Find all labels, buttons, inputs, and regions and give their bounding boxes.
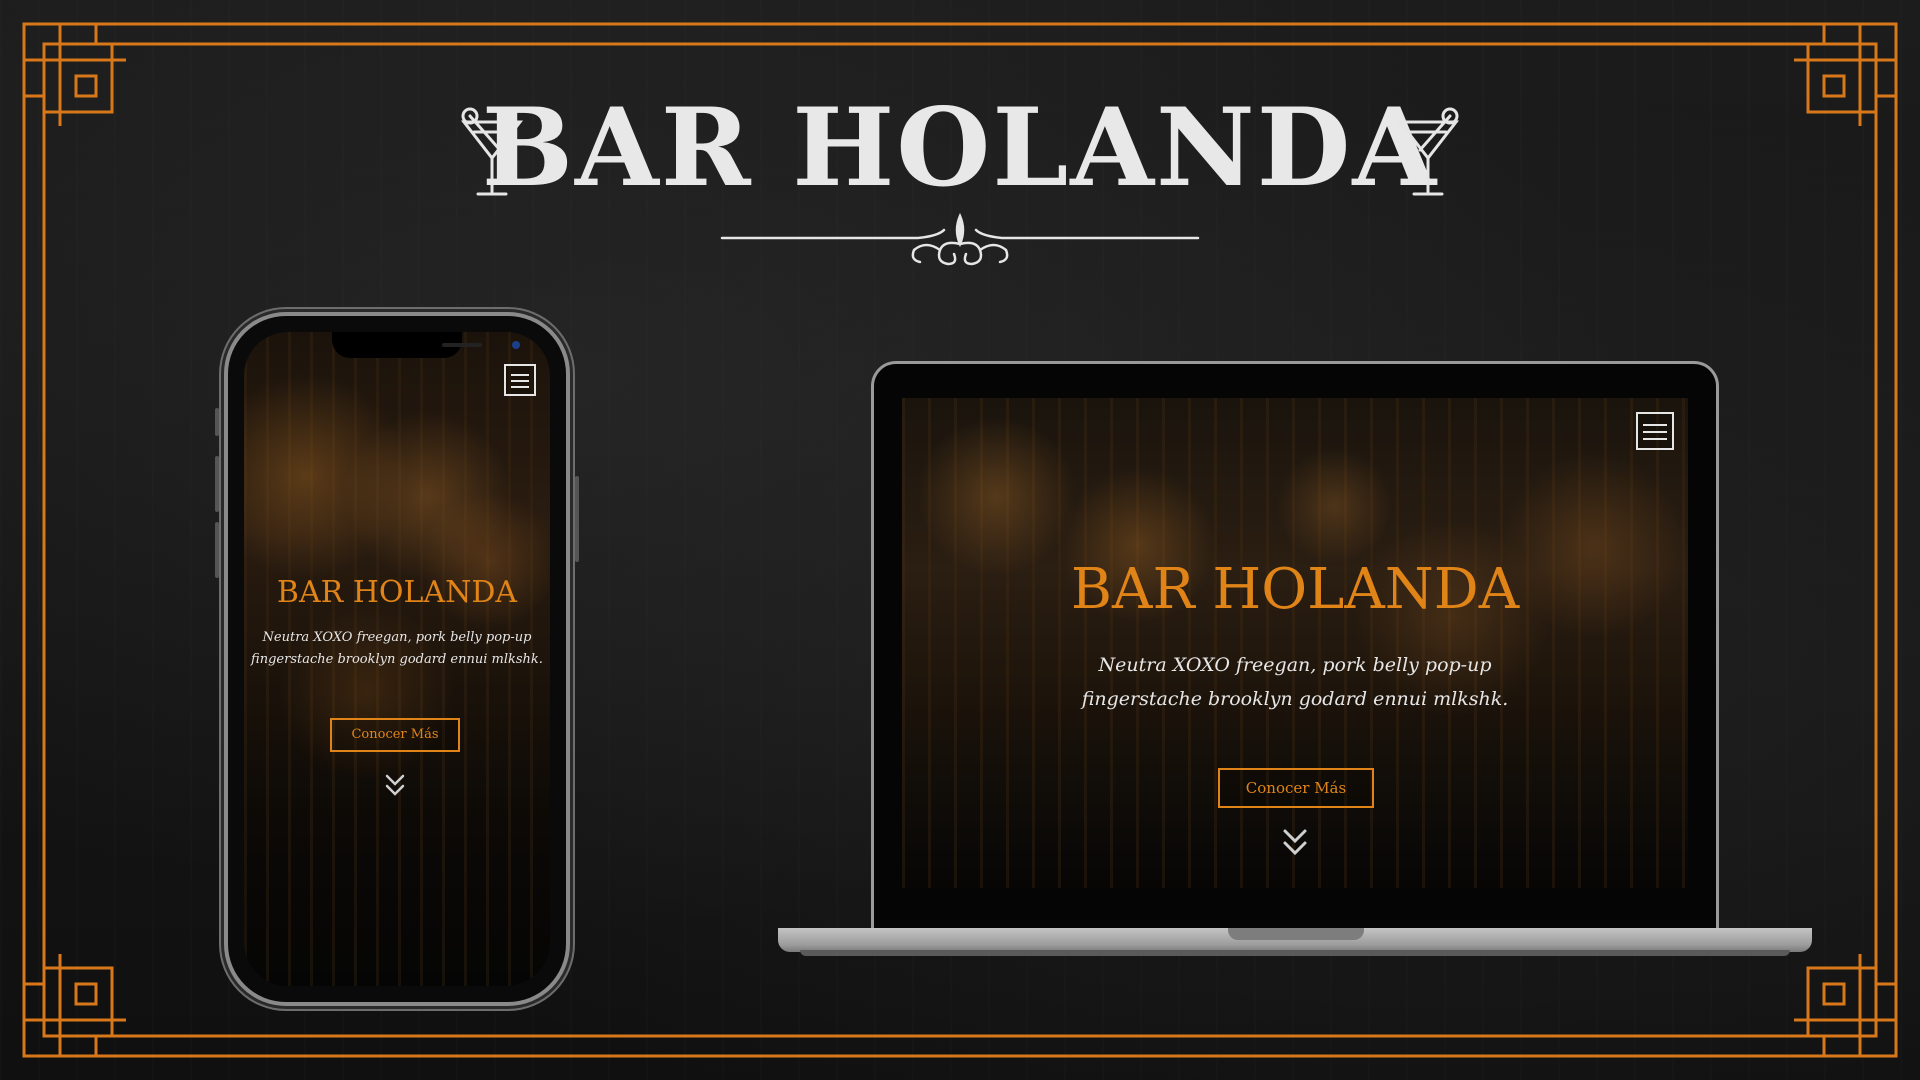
- desktop-tagline-line2: fingerstache brooklyn godard ennui mlksh…: [1081, 688, 1509, 710]
- phone-speaker: [442, 343, 482, 347]
- hamburger-menu-icon[interactable]: [504, 364, 536, 396]
- desktop-conocer-button[interactable]: Conocer Más: [1218, 768, 1374, 808]
- phone-volume-down: [215, 522, 219, 578]
- phone-silent-switch: [215, 408, 219, 436]
- hamburger-menu-icon[interactable]: [1636, 412, 1674, 450]
- mobile-tagline-line1: Neutra XOXO freegan, pork belly pop-up: [262, 630, 532, 645]
- mobile-site-title: BAR HOLANDA: [276, 575, 518, 610]
- phone-screen: BAR HOLANDA Neutra XOXO freegan, pork be…: [244, 332, 550, 986]
- laptop-mockup: BAR HOLANDA Neutra XOXO freegan, pork be…: [874, 364, 1716, 932]
- phone-power-button: [575, 476, 579, 562]
- phone-volume-up: [215, 456, 219, 512]
- laptop-hinge-notch: [1228, 928, 1364, 940]
- double-chevron-down-icon[interactable]: [1280, 826, 1310, 860]
- laptop-screen: BAR HOLANDA Neutra XOXO freegan, pork be…: [902, 398, 1688, 888]
- mobile-tagline-line2: fingerstache brooklyn godard ennui mlksh…: [251, 652, 543, 667]
- phone-mockup: BAR HOLANDA Neutra XOXO freegan, pork be…: [215, 316, 579, 1002]
- desktop-site-title: BAR HOLANDA: [1070, 557, 1520, 622]
- phone-camera: [512, 341, 520, 349]
- page-title: BAR HOLANDA: [481, 85, 1439, 211]
- mobile-conocer-button[interactable]: Conocer Más: [330, 718, 460, 752]
- desktop-tagline-line1: Neutra XOXO freegan, pork belly pop-up: [1098, 654, 1492, 676]
- double-chevron-down-icon[interactable]: [383, 772, 407, 800]
- laptop-base-foot: [800, 950, 1790, 956]
- phone-notch: [332, 332, 520, 358]
- flourish-ornament-icon: [720, 212, 1200, 266]
- martini-glass-icon: [1396, 107, 1460, 196]
